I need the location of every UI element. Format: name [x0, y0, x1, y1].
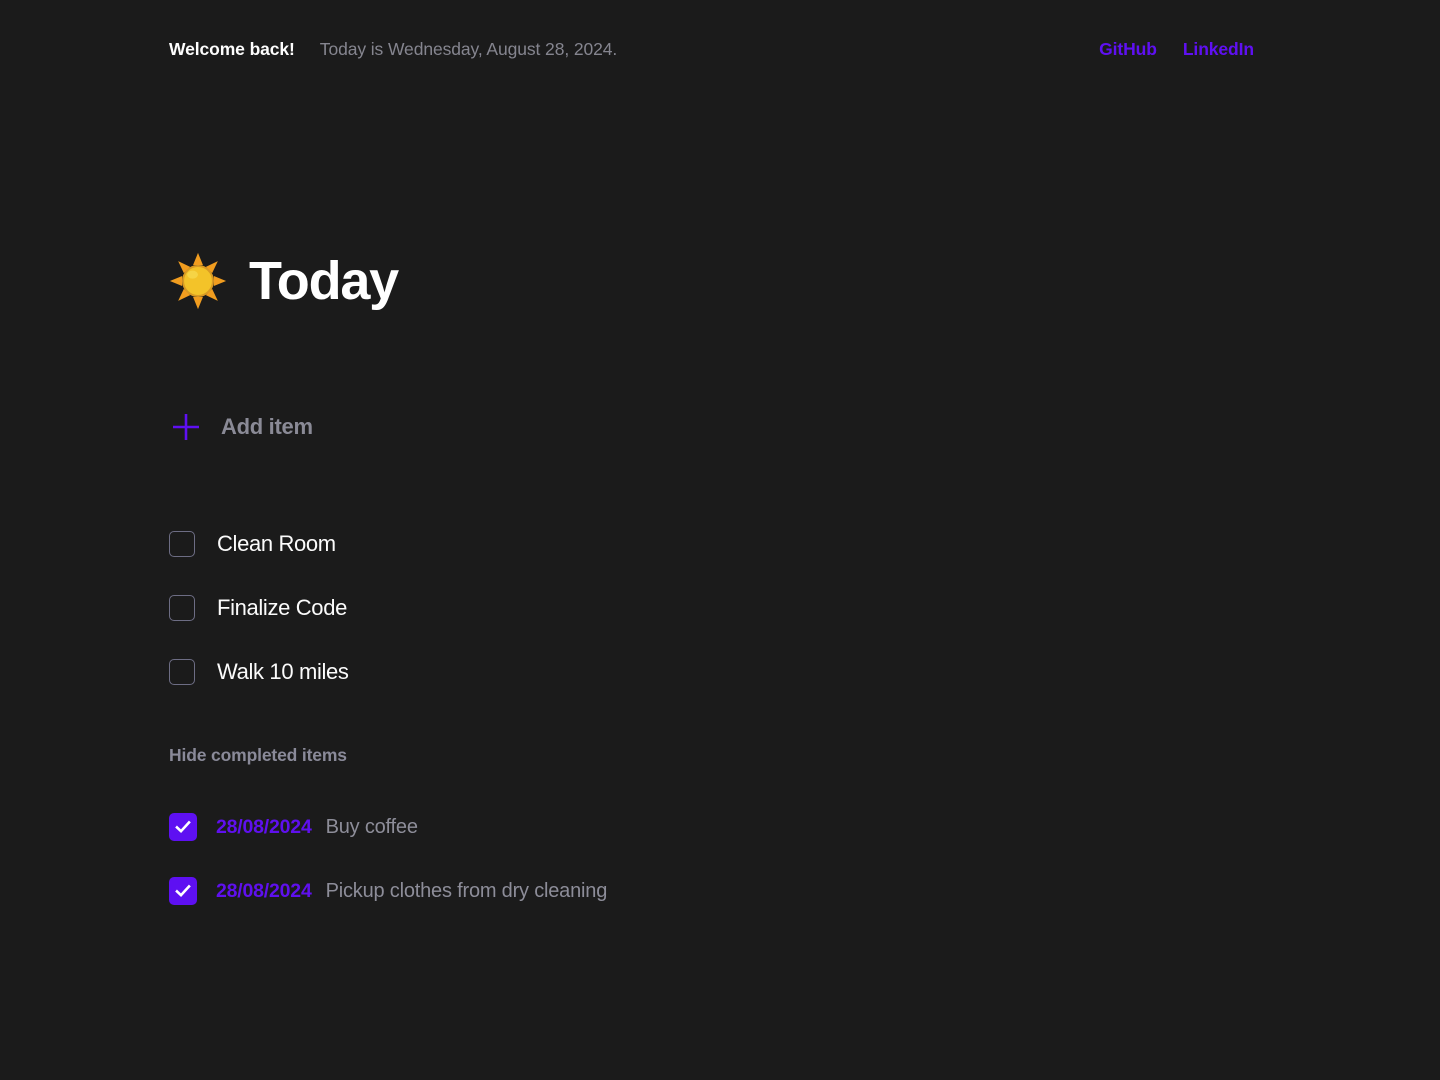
nav-link-github[interactable]: GitHub — [1099, 39, 1157, 60]
nav-links: GitHub LinkedIn — [1099, 39, 1254, 60]
sun-icon — [169, 252, 227, 310]
task-checkbox[interactable] — [169, 595, 195, 621]
completed-task-row[interactable]: 28/08/2024 Pickup clothes from dry clean… — [169, 874, 1169, 908]
check-icon — [175, 884, 191, 898]
page-title-label: Today — [249, 251, 399, 311]
hide-completed-toggle[interactable]: Hide completed items — [169, 745, 347, 766]
task-list: Clean Room Finalize Code Walk 10 miles — [169, 524, 1069, 692]
task-label: Walk 10 miles — [217, 659, 349, 684]
task-row[interactable]: Walk 10 miles — [169, 652, 1069, 692]
todo-app-page: Welcome back! Today is Wednesday, August… — [0, 0, 1440, 1080]
completed-task-list: 28/08/2024 Buy coffee 28/08/2024 Pickup … — [169, 810, 1169, 908]
current-date-text: Today is Wednesday, August 28, 2024. — [319, 38, 618, 59]
completed-task-row[interactable]: 28/08/2024 Buy coffee — [169, 810, 1169, 844]
task-row[interactable]: Finalize Code — [169, 588, 1069, 628]
check-icon — [175, 820, 191, 834]
completed-task-label: Buy coffee — [325, 815, 418, 838]
completed-task-checkbox[interactable] — [169, 813, 197, 841]
plus-icon — [169, 410, 203, 444]
welcome-message: Welcome back! — [169, 38, 295, 59]
add-item-label: Add item — [221, 414, 313, 439]
add-item-button[interactable]: Add item — [169, 410, 313, 444]
page-title: Today — [169, 251, 399, 311]
nav-link-linkedin[interactable]: LinkedIn — [1183, 39, 1254, 60]
completed-task-label: Pickup clothes from dry cleaning — [325, 879, 608, 902]
task-label: Finalize Code — [217, 595, 347, 620]
task-label: Clean Room — [217, 531, 336, 556]
task-row[interactable]: Clean Room — [169, 524, 1069, 564]
task-checkbox[interactable] — [169, 531, 195, 557]
top-bar: Welcome back! Today is Wednesday, August… — [169, 34, 1254, 64]
completed-task-checkbox[interactable] — [169, 877, 197, 905]
completed-task-date: 28/08/2024 — [216, 815, 312, 838]
completed-task-date: 28/08/2024 — [216, 879, 312, 902]
task-checkbox[interactable] — [169, 659, 195, 685]
